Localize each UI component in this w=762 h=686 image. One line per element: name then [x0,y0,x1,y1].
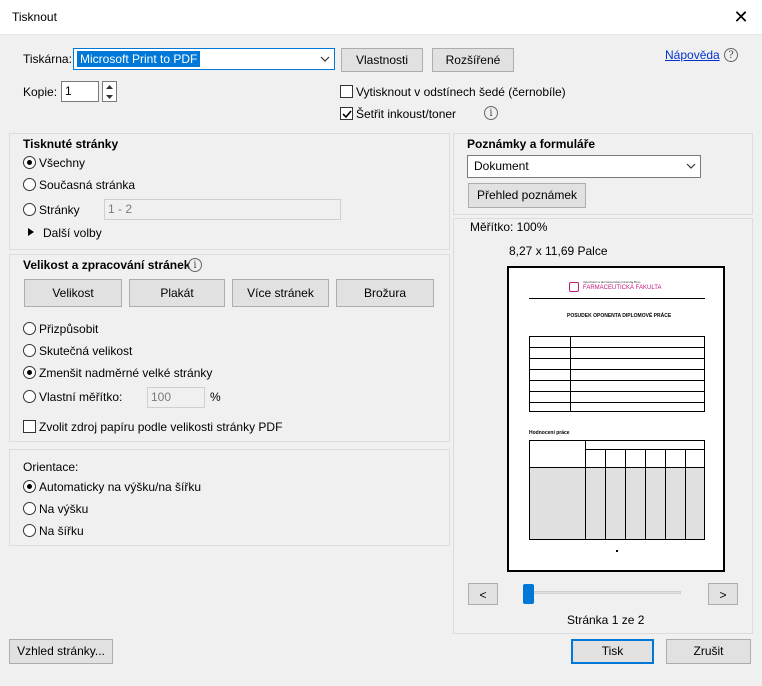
orientation-landscape-radio[interactable] [23,524,36,537]
print-button[interactable]: Tisk [571,639,654,664]
doc-rule [529,298,705,299]
doc-rating-table [529,440,705,540]
doc-page-number [616,550,618,552]
faculty-logo-icon [569,282,579,292]
percent-label: % [210,390,221,404]
help-icon[interactable]: ? [724,48,738,62]
grayscale-label: Vytisknout v odstínech šedé (černobíle) [356,85,566,99]
pages-range-radio[interactable] [23,203,36,216]
page-slider-thumb[interactable] [523,584,534,604]
chevron-up-icon[interactable] [106,84,113,90]
more-options-link[interactable]: Další volby [43,226,102,240]
save-ink-checkbox[interactable] [340,107,353,120]
grayscale-checkbox[interactable] [340,85,353,98]
orientation-heading: Orientace: [23,460,79,474]
chevron-down-icon [320,56,330,62]
actual-size-label: Skutečná velikost [39,344,133,358]
properties-button[interactable]: Vlastnosti [341,48,423,72]
tab-size[interactable]: Velikost [24,279,122,307]
custom-scale-label: Vlastní měřítko: [39,390,123,404]
copies-label: Kopie: [23,85,58,99]
pages-current-label: Současná stránka [39,178,136,192]
pages-range-input[interactable]: 1 - 2 [104,199,341,220]
orientation-portrait-radio[interactable] [23,502,36,515]
tab-poster[interactable]: Plakát [129,279,225,307]
cancel-button[interactable]: Zrušit [666,639,751,664]
pages-all-radio[interactable] [23,156,36,169]
comments-heading: Poznámky a formuláře [467,137,596,151]
info-icon[interactable]: i [484,106,498,120]
pages-heading: Tisknuté stránky [23,137,119,151]
pages-all-label: Všechny [39,156,86,170]
page-setup-button[interactable]: Vzhled stránky... [9,639,113,664]
fit-label: Přizpůsobit [39,322,99,336]
chevron-down-icon [686,163,696,169]
custom-scale-input[interactable]: 100 [147,387,205,408]
orientation-auto-label: Automaticky na výšku/na šířku [39,480,202,494]
title-bar: Tisknout ✕ [0,0,762,35]
doc-faculty: FARMACEUTICKÁ FAKULTA [583,285,662,291]
window-title: Tisknout [12,10,57,24]
copies-input[interactable]: 1 [61,81,99,102]
comments-value: Dokument [474,159,529,173]
pages-current-radio[interactable] [23,178,36,191]
printer-select[interactable]: Microsoft Print to PDF [73,48,335,70]
doc-section: Hodnocení práce [529,430,570,436]
orientation-landscape-label: Na šířku [39,524,84,538]
orientation-portrait-label: Na výšku [39,502,89,516]
doc-title: POSUDEK OPONENTA DIPLOMOVÉ PRÁCE [567,313,672,319]
printer-label: Tiskárna: [23,52,72,66]
close-icon[interactable]: ✕ [728,6,754,28]
paper-size-label: 8,27 x 11,69 Palce [509,244,608,258]
advanced-button[interactable]: Rozšířené [432,48,514,72]
page-status: Stránka 1 ze 2 [567,613,645,627]
shrink-label: Zmenšit nadměrné velké stránky [39,366,213,380]
actual-size-radio[interactable] [23,344,36,357]
page-slider-track[interactable] [525,591,681,594]
doc-info-table [529,336,705,412]
shrink-radio[interactable] [23,366,36,379]
paper-source-label: Zvolit zdroj papíru podle velikosti strá… [39,420,283,434]
custom-scale-radio[interactable] [23,390,36,403]
checkmark-icon [342,110,352,119]
tab-booklet[interactable]: Brožura [336,279,434,307]
tab-multiple[interactable]: Více stránek [232,279,329,307]
copies-stepper[interactable] [102,81,117,102]
comments-select[interactable]: Dokument [467,155,701,178]
next-page-button[interactable]: > [708,583,738,605]
help-link[interactable]: Nápověda [665,48,720,62]
fit-radio[interactable] [23,322,36,335]
info-icon[interactable]: i [188,258,202,272]
sizing-heading: Velikost a zpracování stránek [23,258,191,272]
chevron-down-icon[interactable] [106,94,113,100]
save-ink-label: Šetřit inkoust/toner [356,107,457,121]
prev-page-button[interactable]: < [468,583,498,605]
preview-page: Veterinární a farmaceutická univerzita B… [507,266,725,572]
orientation-auto-radio[interactable] [23,480,36,493]
pages-range-label: Stránky [39,203,80,217]
comments-summary-button[interactable]: Přehled poznámek [468,183,586,208]
expand-arrow-icon[interactable] [28,228,35,236]
printer-value: Microsoft Print to PDF [77,51,201,67]
scale-label: Měřítko: 100% [470,220,548,234]
paper-source-checkbox[interactable] [23,420,36,433]
